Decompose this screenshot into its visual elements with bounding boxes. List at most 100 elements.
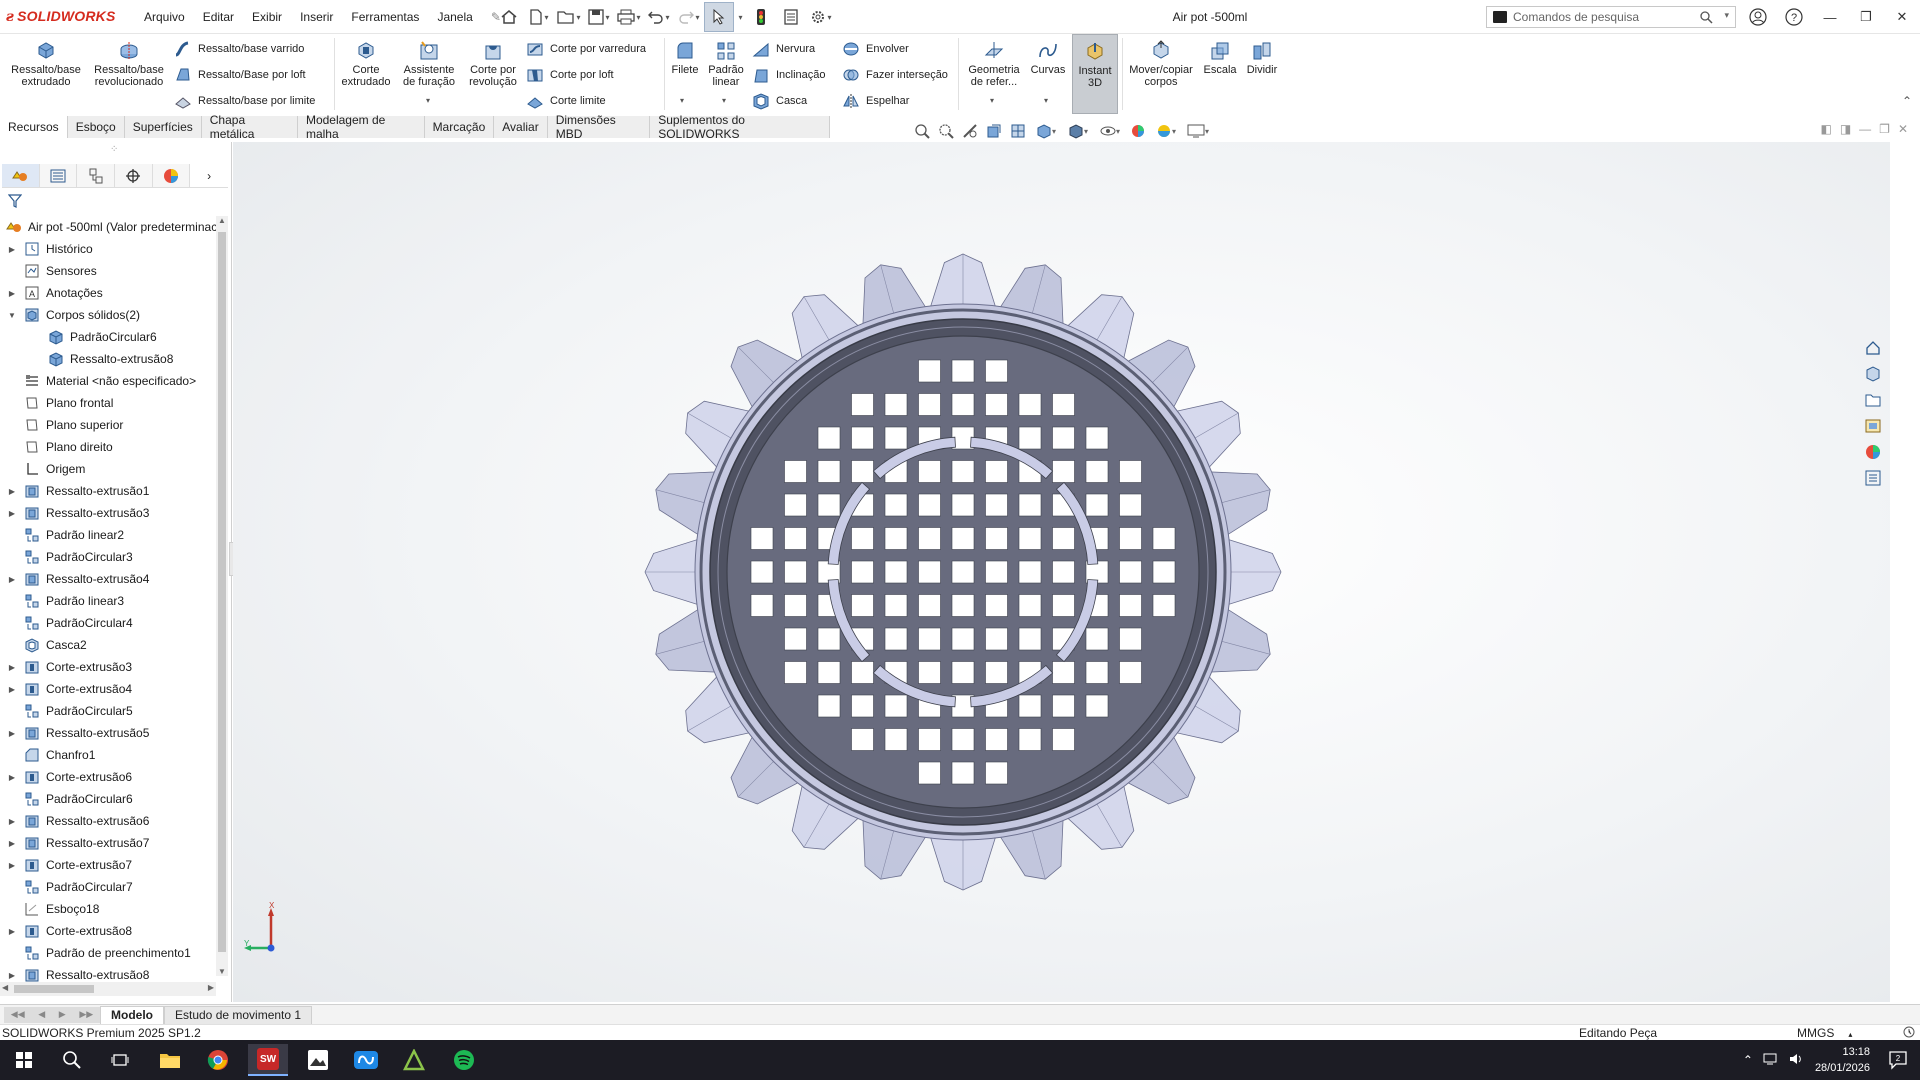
tab-estudo-de-movimento[interactable]: Estudo de movimento 1	[164, 1005, 313, 1024]
boundary-cut-button[interactable]: Corte limite	[526, 92, 606, 110]
home-icon[interactable]	[494, 2, 524, 32]
expand-arrow-icon[interactable]: ▶	[6, 289, 18, 298]
tab-chapa-metalica[interactable]: Chapa metálica	[201, 113, 298, 141]
task-view-icon[interactable]	[100, 1044, 140, 1076]
tree-item-corte-extrus-o4[interactable]: ▶ Corte-extrusão4	[0, 678, 215, 700]
tab-suplementos[interactable]: Suplementos do SOLIDWORKS	[650, 113, 830, 141]
expand-arrow-icon[interactable]: ▼	[6, 311, 18, 320]
android-studio-icon[interactable]	[394, 1044, 434, 1076]
tree-item-ressalto-extrus-o1[interactable]: ▶ Ressalto-extrusão1	[0, 480, 215, 502]
dynamic-annotation-icon[interactable]	[1006, 121, 1030, 141]
air-pot-3d-model[interactable]	[633, 242, 1293, 902]
taskbar-clock[interactable]: 13:18 28/01/2026	[1815, 1044, 1870, 1076]
tab-marcacao[interactable]: Marcação	[424, 116, 495, 138]
tab-modelo[interactable]: Modelo	[100, 1005, 164, 1024]
tree-item-plano-direito[interactable]: Plano direito	[0, 436, 215, 458]
hide-show-items-icon[interactable]: ▾	[1094, 121, 1126, 141]
tree-item-chanfro1[interactable]: Chanfro1	[0, 744, 215, 766]
expand-arrow-icon[interactable]: ▶	[6, 663, 18, 672]
new-document-icon[interactable]: ▾	[524, 2, 554, 32]
apply-scene-icon[interactable]: ▾	[1150, 121, 1182, 141]
viewport-restore-icon[interactable]: ❐	[1879, 122, 1890, 136]
revolved-boss-button[interactable]: Ressalto/base revolucionado	[86, 40, 172, 88]
swept-cut-button[interactable]: Corte por varredura	[526, 40, 646, 58]
notifications-icon[interactable]: 2	[1888, 1050, 1908, 1073]
graphics-area[interactable]: X Y	[233, 142, 1890, 1002]
expand-arrow-icon[interactable]: ▶	[6, 487, 18, 496]
tree-item-material-n-o-especificado[interactable]: Material <não especificado>	[0, 370, 215, 392]
previous-view-icon[interactable]	[958, 121, 982, 141]
tree-horizontal-scrollbar[interactable]: ◀ ▶	[0, 982, 216, 996]
expand-arrow-icon[interactable]: ▶	[6, 575, 18, 584]
spotify-icon[interactable]	[444, 1044, 484, 1076]
windows-start-icon[interactable]	[4, 1044, 44, 1076]
menu-ferramentas[interactable]: Ferramentas	[342, 10, 428, 24]
intersect-button[interactable]: Fazer interseção	[842, 66, 948, 84]
expand-arrow-icon[interactable]: ▶	[6, 245, 18, 254]
tree-item-padr-ocircular3[interactable]: PadrãoCircular3	[0, 546, 215, 568]
hole-wizard-button[interactable]: Assistente de furação	[398, 40, 460, 88]
network-icon[interactable]	[1763, 1052, 1779, 1069]
tree-item-corpos-s-lidos-2[interactable]: ▼ Corpos sólidos(2)	[0, 304, 215, 326]
tree-item-esbo-o18[interactable]: Esboço18	[0, 898, 215, 920]
zoom-to-fit-icon[interactable]	[910, 121, 934, 141]
show-hidden-icons-icon[interactable]: ⌃	[1743, 1053, 1753, 1067]
tree-item-corte-extrus-o7[interactable]: ▶ Corte-extrusão7	[0, 854, 215, 876]
expand-arrow-icon[interactable]: ▶	[6, 817, 18, 826]
pattern-dropdown-icon[interactable]: ▾	[722, 96, 726, 105]
panel-gripper-icon[interactable]: ⁘	[110, 144, 118, 155]
configuration-manager-tab-icon[interactable]	[77, 164, 116, 188]
hscrollbar-thumb[interactable]	[14, 985, 94, 993]
tab-esboco[interactable]: Esboço	[67, 116, 125, 138]
viewport-minimize-icon[interactable]: —	[1859, 122, 1871, 136]
tree-item-hist-rico[interactable]: ▶ Histórico	[0, 238, 215, 260]
expand-arrow-icon[interactable]: ▶	[6, 927, 18, 936]
expand-arrow-icon[interactable]: ▶	[6, 839, 18, 848]
split-button[interactable]: Dividir	[1242, 40, 1282, 76]
linear-pattern-button[interactable]: Padrão linear	[704, 40, 748, 88]
tree-item-padr-ocircular4[interactable]: PadrãoCircular4	[0, 612, 215, 634]
undo-icon[interactable]: ▾	[644, 2, 674, 32]
feature-manager-tab-icon[interactable]	[2, 164, 40, 188]
swept-boss-button[interactable]: Ressalto/base varrido	[174, 40, 304, 58]
display-manager-tab-icon[interactable]	[152, 164, 191, 188]
dropdown-caret-icon[interactable]: ▾	[734, 2, 746, 32]
tree-item-origem[interactable]: Origem	[0, 458, 215, 480]
tree-item-plano-frontal[interactable]: Plano frontal	[0, 392, 215, 414]
tab-dimensoes-mbd[interactable]: Dimensões MBD	[547, 113, 651, 141]
meta-app-icon[interactable]	[346, 1044, 386, 1076]
tree-item-ressalto-extrus-o5[interactable]: ▶ Ressalto-extrusão5	[0, 722, 215, 744]
wrap-button[interactable]: Envolver	[842, 40, 909, 58]
design-library-icon[interactable]	[1860, 362, 1886, 386]
tree-item-anota-es[interactable]: ▶ A Anotações	[0, 282, 215, 304]
expand-arrow-icon[interactable]: ▶	[6, 773, 18, 782]
help-icon[interactable]: ?	[1776, 0, 1812, 34]
redo-icon[interactable]: ▾	[674, 2, 704, 32]
close-icon[interactable]: ✕	[1884, 0, 1920, 34]
tab-avaliar[interactable]: Avaliar	[494, 116, 548, 138]
options-gear-icon[interactable]: ▾	[806, 2, 836, 32]
tree-item-ressalto-extrus-o8[interactable]: Ressalto-extrusão8	[0, 348, 215, 370]
lofted-boss-button[interactable]: Ressalto/Base por loft	[174, 66, 306, 84]
extruded-boss-button[interactable]: Ressalto/base extrudado	[10, 40, 82, 88]
solidworks-taskbar-icon[interactable]: SW	[248, 1044, 288, 1076]
tree-item-corte-extrus-o8[interactable]: ▶ Corte-extrusão8	[0, 920, 215, 942]
tree-item-padr-ocircular5[interactable]: PadrãoCircular5	[0, 700, 215, 722]
zoom-to-area-icon[interactable]	[934, 121, 958, 141]
tree-item-ressalto-extrus-o3[interactable]: ▶ Ressalto-extrusão3	[0, 502, 215, 524]
revolved-cut-button[interactable]: Corte por revolução	[462, 40, 524, 88]
tab-superficies[interactable]: Superfícies	[124, 116, 202, 138]
open-folder-icon[interactable]: ▾	[554, 2, 584, 32]
edit-appearance-icon[interactable]	[1126, 121, 1150, 141]
display-style-icon[interactable]: ▾	[1062, 121, 1094, 141]
hole-wizard-dropdown-icon[interactable]: ▾	[426, 96, 430, 105]
save-icon[interactable]: ▾	[584, 2, 614, 32]
tab-modelagem-de-malha[interactable]: Modelagem de malha	[297, 113, 425, 141]
view-palette-icon[interactable]	[1860, 414, 1886, 438]
image-app-icon[interactable]	[298, 1044, 338, 1076]
tree-item-ressalto-extrus-o6[interactable]: ▶ Ressalto-extrusão6	[0, 810, 215, 832]
view-settings-icon[interactable]: ▾	[1182, 121, 1214, 141]
tile-right-icon[interactable]: ◨	[1840, 122, 1851, 136]
tree-item-casca2[interactable]: Casca2	[0, 634, 215, 656]
scroll-up-icon[interactable]: ▲	[218, 216, 226, 225]
